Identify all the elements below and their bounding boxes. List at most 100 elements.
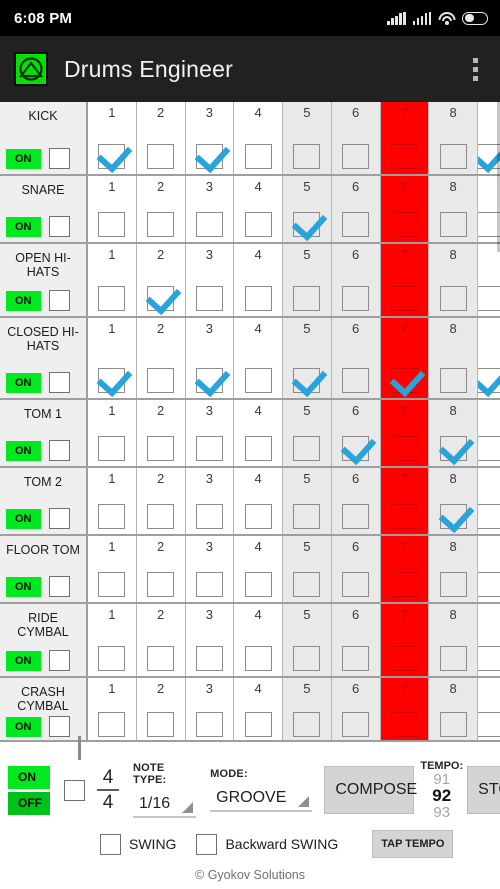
step-checkbox[interactable]: [98, 646, 126, 671]
tempo-picker[interactable]: TEMPO: 91 92 93: [420, 760, 463, 820]
drum-on-button[interactable]: ON: [6, 372, 41, 393]
step-checkbox[interactable]: [244, 572, 272, 597]
step-checkbox[interactable]: [244, 286, 272, 311]
step-checkbox[interactable]: [293, 212, 321, 237]
step-checkbox[interactable]: [439, 504, 467, 529]
drum-on-button[interactable]: ON: [6, 290, 41, 311]
metronome-checkbox[interactable]: [64, 779, 85, 801]
drum-select-checkbox[interactable]: [48, 290, 70, 311]
drum-select-checkbox[interactable]: [48, 148, 70, 169]
step-checkbox[interactable]: [390, 436, 418, 461]
step-checkbox[interactable]: [342, 286, 370, 311]
step-checkbox[interactable]: [293, 144, 321, 169]
note-type-dropdown[interactable]: 1/16: [133, 792, 197, 818]
step-checkbox[interactable]: [195, 212, 223, 237]
tempo-current-value[interactable]: 92: [420, 787, 463, 805]
step-checkbox[interactable]: [342, 436, 370, 461]
compose-button[interactable]: COMPOSE: [324, 766, 417, 814]
step-checkbox[interactable]: [439, 436, 467, 461]
step-checkbox[interactable]: [195, 572, 223, 597]
metronome-on-button[interactable]: ON: [8, 765, 50, 789]
step-checkbox[interactable]: [98, 712, 126, 737]
step-checkbox[interactable]: [478, 572, 500, 597]
step-checkbox[interactable]: [342, 212, 370, 237]
step-checkbox[interactable]: [390, 646, 418, 671]
step-checkbox[interactable]: [147, 144, 175, 169]
step-checkbox[interactable]: [195, 436, 223, 461]
step-checkbox[interactable]: [98, 144, 126, 169]
step-checkbox[interactable]: [478, 436, 500, 461]
step-checkbox[interactable]: [244, 712, 272, 737]
drum-on-button[interactable]: ON: [6, 216, 41, 237]
step-checkbox[interactable]: [439, 144, 467, 169]
step-checkbox[interactable]: [244, 436, 272, 461]
step-checkbox[interactable]: [342, 144, 370, 169]
step-checkbox[interactable]: [390, 572, 418, 597]
step-checkbox[interactable]: [342, 712, 370, 737]
tempo-previous-value[interactable]: 91: [420, 772, 463, 787]
step-checkbox[interactable]: [390, 504, 418, 529]
mode-dropdown[interactable]: GROOVE: [210, 786, 313, 812]
step-checkbox[interactable]: [98, 572, 126, 597]
step-checkbox[interactable]: [244, 368, 272, 393]
drum-on-button[interactable]: ON: [6, 650, 41, 671]
step-checkbox[interactable]: [147, 368, 175, 393]
step-checkbox[interactable]: [293, 572, 321, 597]
step-checkbox[interactable]: [244, 504, 272, 529]
step-checkbox[interactable]: [195, 144, 223, 169]
time-signature[interactable]: 4 4: [97, 768, 119, 812]
drum-on-button[interactable]: ON: [6, 148, 41, 169]
drum-select-checkbox[interactable]: [48, 650, 70, 671]
step-checkbox[interactable]: [98, 212, 126, 237]
drum-on-button[interactable]: ON: [6, 716, 41, 737]
drum-on-button[interactable]: ON: [6, 576, 41, 597]
step-checkbox[interactable]: [147, 212, 175, 237]
step-checkbox[interactable]: [478, 646, 500, 671]
metronome-off-button[interactable]: OFF: [8, 791, 50, 815]
stop-button[interactable]: STOP: [467, 766, 500, 814]
drum-select-checkbox[interactable]: [48, 440, 70, 461]
step-checkbox[interactable]: [342, 504, 370, 529]
step-checkbox[interactable]: [293, 436, 321, 461]
step-checkbox[interactable]: [478, 504, 500, 529]
step-checkbox[interactable]: [439, 572, 467, 597]
step-checkbox[interactable]: [293, 286, 321, 311]
backward-swing-checkbox[interactable]: [196, 833, 218, 855]
overflow-menu-icon[interactable]: [460, 49, 490, 89]
step-checkbox[interactable]: [147, 436, 175, 461]
step-checkbox[interactable]: [195, 712, 223, 737]
step-checkbox[interactable]: [98, 504, 126, 529]
step-checkbox[interactable]: [293, 504, 321, 529]
step-checkbox[interactable]: [244, 144, 272, 169]
step-checkbox[interactable]: [147, 286, 175, 311]
step-checkbox[interactable]: [439, 212, 467, 237]
step-checkbox[interactable]: [244, 212, 272, 237]
step-checkbox[interactable]: [439, 368, 467, 393]
step-checkbox[interactable]: [147, 646, 175, 671]
step-checkbox[interactable]: [98, 436, 126, 461]
step-checkbox[interactable]: [293, 646, 321, 671]
drum-select-checkbox[interactable]: [48, 372, 70, 393]
drum-select-checkbox[interactable]: [48, 576, 70, 597]
step-checkbox[interactable]: [147, 504, 175, 529]
tap-tempo-button[interactable]: TAP TEMPO: [372, 830, 454, 858]
swing-checkbox[interactable]: [100, 833, 121, 855]
step-checkbox[interactable]: [195, 504, 223, 529]
step-checkbox[interactable]: [293, 712, 321, 737]
step-checkbox[interactable]: [293, 368, 321, 393]
drum-select-checkbox[interactable]: [48, 508, 70, 529]
step-checkbox[interactable]: [195, 646, 223, 671]
step-checkbox[interactable]: [478, 368, 500, 393]
tempo-next-value[interactable]: 93: [420, 805, 463, 820]
step-checkbox[interactable]: [390, 212, 418, 237]
drum-select-checkbox[interactable]: [48, 216, 70, 237]
step-checkbox[interactable]: [147, 712, 175, 737]
step-checkbox[interactable]: [98, 286, 126, 311]
step-checkbox[interactable]: [147, 572, 175, 597]
step-checkbox[interactable]: [439, 646, 467, 671]
step-checkbox[interactable]: [439, 286, 467, 311]
step-checkbox[interactable]: [390, 286, 418, 311]
step-checkbox[interactable]: [342, 646, 370, 671]
step-checkbox[interactable]: [244, 646, 272, 671]
drum-on-button[interactable]: ON: [6, 508, 41, 529]
